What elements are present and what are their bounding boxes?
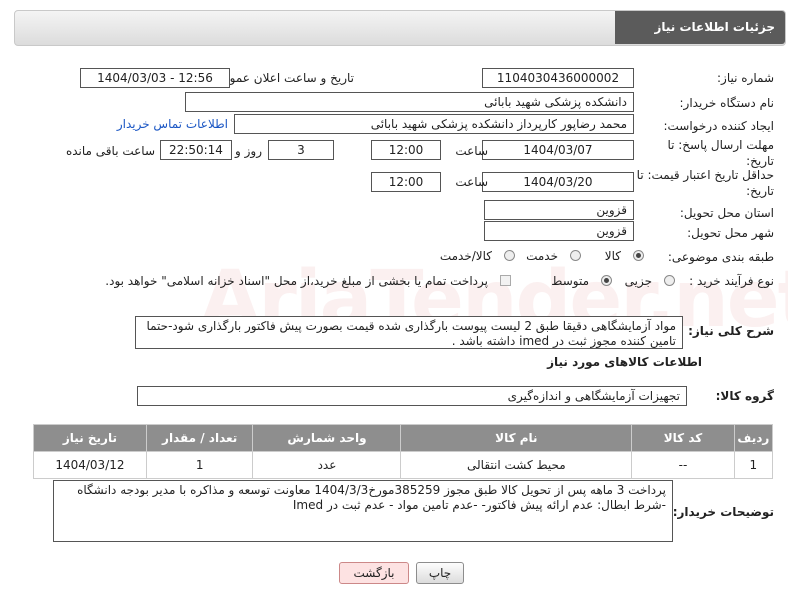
page-title: جزئیات اطلاعات نیاز xyxy=(615,11,785,44)
cell-code: -- xyxy=(631,451,735,479)
need-number-field: 1104030436000002 xyxy=(482,68,634,88)
goods-group-label: گروه کالا: xyxy=(715,389,774,403)
creator-label: ایجاد کننده درخواست: xyxy=(663,119,774,133)
days-label: روز و xyxy=(235,144,262,158)
goods-table-header: ردیف کد کالا نام کالا واحد شمارش تعداد /… xyxy=(33,424,774,452)
description-label: شرح کلی نیاز: xyxy=(688,324,774,338)
process-minor-radio[interactable] xyxy=(664,275,675,286)
col-row: ردیف xyxy=(733,424,774,452)
category-service-label: خدمت xyxy=(526,249,558,263)
cell-date: 1404/03/12 xyxy=(33,451,147,479)
validity-date-field: 1404/03/20 xyxy=(482,172,634,192)
city-label: شهر محل تحویل: xyxy=(687,226,774,240)
col-name: نام کالا xyxy=(400,424,633,452)
cell-row: 1 xyxy=(733,451,774,479)
category-goods-label: کالا xyxy=(604,249,621,263)
process-medium-radio[interactable] xyxy=(601,275,612,286)
treasury-payment-note: پرداخت تمام یا بخشی از مبلغ خرید،از محل … xyxy=(105,274,488,288)
cell-name: محیط کشت انتقالی xyxy=(400,451,633,479)
need-number-label: شماره نیاز: xyxy=(717,71,774,85)
days-field: 3 xyxy=(268,140,334,160)
province-field: قزوین xyxy=(484,200,634,220)
category-goods-radio[interactable] xyxy=(633,250,644,261)
description-textarea[interactable]: مواد آزمایشگاهی دقیقا طبق 2 لیست پیوست ب… xyxy=(135,316,683,349)
deadline-label: مهلت ارسال پاسخ: تا تاریخ: xyxy=(667,138,774,168)
validity-hour-label: ساعت xyxy=(455,175,488,189)
col-unit: واحد شمارش xyxy=(252,424,402,452)
city-field: قزوین xyxy=(484,221,634,241)
buyer-notes-textarea[interactable]: پرداخت 3 ماهه پس از تحویل کالا طبق مجوز … xyxy=(53,480,673,542)
col-date: تاریخ نیاز xyxy=(33,424,147,452)
col-quantity: تعداد / مقدار xyxy=(145,424,254,452)
contact-info-link[interactable]: اطلاعات تماس خریدار xyxy=(117,117,228,131)
goods-section-title: اطلاعات کالاهای مورد نیاز xyxy=(547,355,702,369)
back-button[interactable]: بازگشت xyxy=(339,562,409,584)
process-medium-label: متوسط xyxy=(551,274,589,288)
goods-table: ردیف کد کالا نام کالا واحد شمارش تعداد /… xyxy=(33,424,774,479)
table-row: 1 -- محیط کشت انتقالی عدد 1 1404/03/12 xyxy=(33,451,774,479)
remaining-time-label: ساعت باقی مانده xyxy=(65,144,155,158)
header-bar: جزئیات اطلاعات نیاز xyxy=(14,10,786,46)
print-button[interactable]: چاپ xyxy=(416,562,464,584)
col-code: کد کالا xyxy=(631,424,735,452)
province-label: استان محل تحویل: xyxy=(679,206,774,220)
announce-label: تاریخ و ساعت اعلان عمومی: xyxy=(209,71,354,85)
category-service-radio[interactable] xyxy=(570,250,581,261)
category-goods-service-radio[interactable] xyxy=(504,250,515,261)
process-minor-label: جزیی xyxy=(624,274,652,288)
category-label: طبقه بندی موضوعی: xyxy=(667,250,774,264)
treasury-payment-checkbox[interactable] xyxy=(500,275,511,286)
cell-quantity: 1 xyxy=(145,451,254,479)
deadline-hour-label: ساعت xyxy=(455,144,488,158)
announce-field: 1404/03/03 - 12:56 xyxy=(80,68,230,88)
creator-field: محمد رضاپور کارپرداز دانشکده پزشکی شهید … xyxy=(234,114,634,134)
deadline-date-field: 1404/03/07 xyxy=(482,140,634,160)
validity-time-field: 12:00 xyxy=(371,172,441,192)
remaining-time-field: 22:50:14 xyxy=(160,140,232,160)
validity-label: حداقل تاریخ اعتبار قیمت: تا تاریخ: xyxy=(636,168,774,198)
buyer-notes-label: توضیحات خریدار: xyxy=(672,505,774,519)
goods-group-field: تجهیزات آزمایشگاهی و اندازه‌گیری xyxy=(137,386,687,406)
deadline-time-field: 12:00 xyxy=(371,140,441,160)
buyer-org-label: نام دستگاه خریدار: xyxy=(679,96,775,110)
buyer-org-field: دانشکده پزشکی شهید بابائی xyxy=(185,92,634,112)
cell-unit: عدد xyxy=(252,451,402,479)
process-type-label: نوع فرآیند خرید : xyxy=(689,274,774,288)
category-goods-service-label: کالا/خدمت xyxy=(439,249,492,263)
